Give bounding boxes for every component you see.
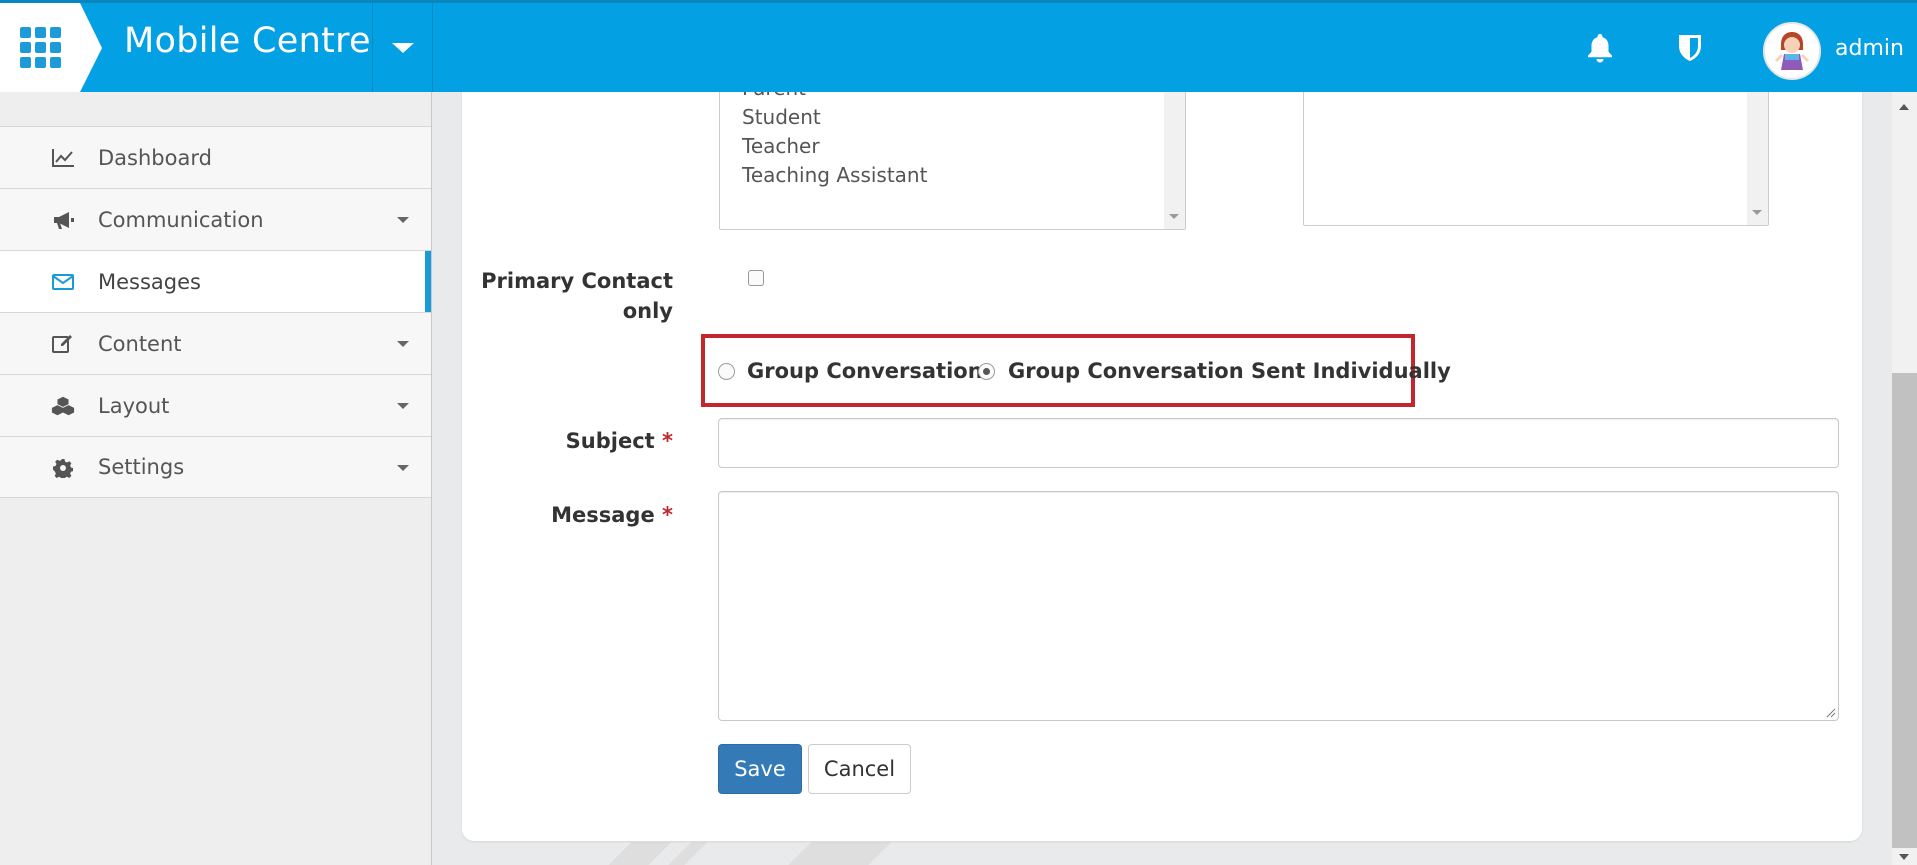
sidebar-item-label: Messages (98, 269, 201, 294)
primary-contact-label: Primary Contact only (470, 266, 673, 326)
notifications-button[interactable] (1583, 31, 1617, 65)
subject-label: Subject * (470, 429, 673, 453)
radio-label-group-conversation[interactable]: Group Conversation (747, 359, 983, 383)
scrollbar-thumb[interactable] (1892, 373, 1917, 848)
scroll-down-icon (1752, 210, 1762, 215)
subject-label-text: Subject (565, 429, 655, 453)
page-scrollbar[interactable] (1892, 92, 1917, 865)
background-stripe (608, 842, 672, 865)
background-stripe (668, 842, 708, 865)
divider (432, 3, 433, 92)
envelope-icon (51, 270, 75, 294)
message-label-text: Message (551, 503, 655, 527)
listbox-scrollbar[interactable] (1164, 71, 1185, 229)
megaphone-icon (51, 208, 75, 232)
sidebar-item-layout[interactable]: Layout (0, 374, 431, 436)
label-line: Primary Contact (481, 269, 673, 293)
cancel-button[interactable]: Cancel (808, 744, 911, 794)
sidebar-item-label: Communication (98, 207, 264, 232)
gear-icon (51, 456, 75, 480)
caret-down-icon (397, 403, 409, 409)
apps-button-arrow (80, 3, 102, 92)
message-textarea[interactable] (718, 491, 1839, 721)
edit-icon (51, 332, 75, 356)
shield-icon (1679, 35, 1701, 61)
subject-input[interactable] (718, 418, 1839, 468)
user-name[interactable]: admin (1835, 36, 1904, 61)
list-item[interactable]: Student (742, 105, 821, 129)
sidebar-item-label: Content (98, 331, 182, 356)
background-stripe (788, 842, 892, 865)
caret-down-icon (397, 465, 409, 471)
recipient-roles-listbox[interactable]: Parent Student Teacher Teaching Assistan… (719, 70, 1186, 230)
caret-down-icon (397, 217, 409, 223)
sidebar-item-messages[interactable]: Messages (0, 250, 431, 312)
required-mark: * (662, 503, 673, 527)
user-avatar[interactable] (1763, 22, 1821, 80)
sidebar-item-dashboard[interactable]: Dashboard (0, 126, 431, 188)
sidebar-item-settings[interactable]: Settings (0, 436, 431, 498)
radio-group-conversation-individually[interactable] (978, 363, 995, 380)
scroll-up-icon[interactable] (1899, 104, 1909, 110)
save-button[interactable]: Save (718, 744, 802, 794)
sidebar-nav: Dashboard Communication Messages Content (0, 126, 431, 498)
primary-contact-checkbox[interactable] (748, 270, 764, 286)
cubes-icon (51, 394, 75, 418)
apps-menu-button[interactable] (0, 3, 80, 92)
avatar-image (1765, 24, 1819, 78)
sidebar-item-label: Layout (98, 393, 170, 418)
apps-grid-icon (19, 27, 61, 68)
radio-group-conversation[interactable] (718, 363, 735, 380)
listbox-scrollbar[interactable] (1747, 71, 1768, 225)
sidebar-item-label: Settings (98, 455, 185, 479)
sidebar: Dashboard Communication Messages Content (0, 92, 672, 865)
bell-icon (1588, 34, 1612, 63)
list-item[interactable]: Teaching Assistant (742, 163, 927, 187)
app-title: Mobile Centre (124, 21, 371, 61)
required-mark: * (662, 429, 673, 453)
scroll-down-icon[interactable] (1899, 854, 1909, 860)
recipients-listbox[interactable] (1303, 70, 1769, 226)
sidebar-item-label: Dashboard (98, 145, 212, 170)
security-button[interactable] (1673, 31, 1707, 65)
caret-down-icon (391, 42, 414, 53)
sidebar-item-communication[interactable]: Communication (0, 188, 431, 250)
line-chart-icon (51, 146, 75, 170)
app-switcher-dropdown[interactable] (373, 3, 432, 92)
sidebar-item-content[interactable]: Content (0, 312, 431, 374)
list-item[interactable]: Teacher (742, 134, 820, 158)
message-label: Message * (470, 503, 673, 527)
label-line: only (622, 299, 673, 323)
radio-label-group-conversation-individually[interactable]: Group Conversation Sent Individually (1008, 359, 1451, 383)
scroll-down-icon (1169, 214, 1179, 219)
resize-grip-icon[interactable] (1824, 706, 1836, 718)
caret-down-icon (397, 341, 409, 347)
top-bar: Mobile Centre admin (0, 0, 1917, 92)
